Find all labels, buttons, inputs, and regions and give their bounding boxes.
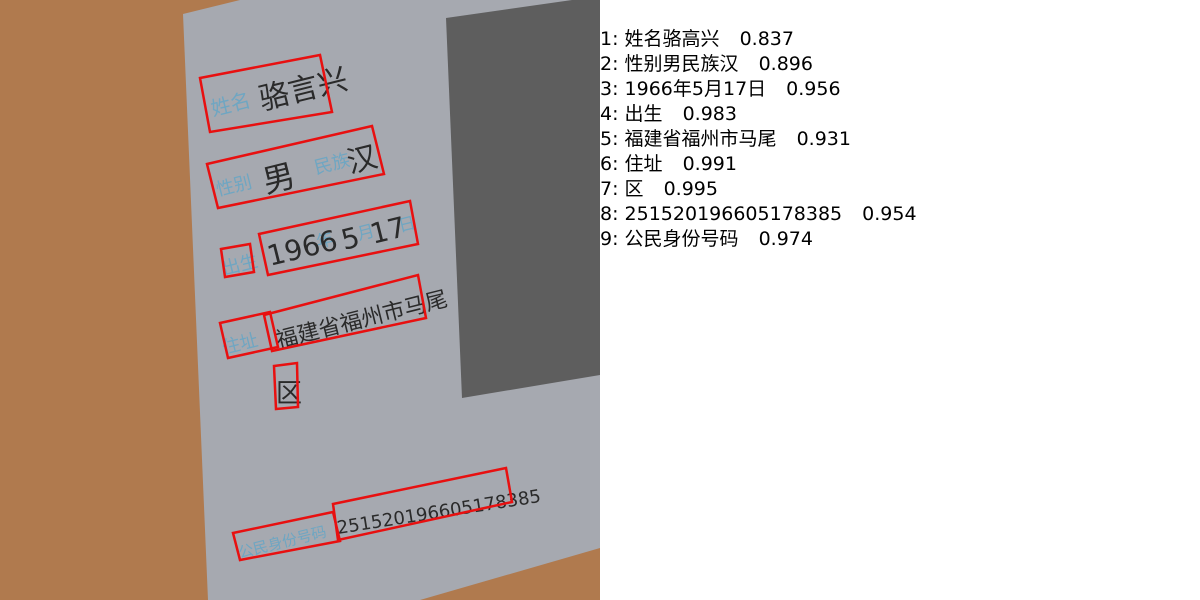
result-text: 区: [624, 178, 644, 200]
result-score: 0.837: [739, 28, 794, 50]
result-score: 0.954: [862, 203, 917, 225]
result-score: 0.983: [682, 103, 737, 125]
result-index: 3:: [600, 78, 619, 100]
result-text: 251520196605178385: [624, 203, 843, 225]
recognition-results-panel: 1: 姓名骆高兴 0.837 2: 性别男民族汉 0.896 3: 1966年5月1…: [600, 0, 1200, 600]
result-line: 3: 1966年5月17日 0.956: [600, 77, 841, 102]
result-text: 性别男民族汉: [624, 53, 739, 75]
result-index: 7:: [600, 178, 619, 200]
id-card-photo-panel: 姓名 性别 民族 出生 年 月 日 住址 公民身份号码 骆言兴 男 汉 1966…: [0, 0, 600, 600]
result-text: 姓名骆高兴: [624, 28, 720, 50]
result-score: 0.896: [758, 53, 813, 75]
result-text: 1966年5月17日: [624, 78, 767, 100]
id-card-image: 姓名 性别 民族 出生 年 月 日 住址 公民身份号码 骆言兴 男 汉 1966…: [0, 0, 600, 600]
result-text: 公民身份号码: [624, 228, 739, 250]
result-score: 0.995: [663, 178, 718, 200]
ocr-visualization: 姓名 性别 民族 出生 年 月 日 住址 公民身份号码 骆言兴 男 汉 1966…: [0, 0, 1200, 600]
result-score: 0.931: [796, 128, 851, 150]
result-line: 7: 区 0.995: [600, 177, 718, 202]
result-score: 0.991: [682, 153, 737, 175]
result-index: 6:: [600, 153, 619, 175]
result-index: 9:: [600, 228, 619, 250]
result-text: 福建省福州市马尾: [624, 128, 777, 150]
result-text: 住址: [624, 153, 663, 175]
result-text: 出生: [624, 103, 663, 125]
portrait-area: [446, 0, 600, 398]
result-score: 0.956: [786, 78, 841, 100]
result-index: 4:: [600, 103, 619, 125]
result-line: 5: 福建省福州市马尾 0.931: [600, 127, 851, 152]
result-line: 2: 性别男民族汉 0.896: [600, 52, 813, 77]
result-line: 8: 251520196605178385 0.954: [600, 202, 917, 227]
result-line: 1: 姓名骆高兴 0.837: [600, 27, 794, 52]
result-index: 2:: [600, 53, 619, 75]
result-line: 4: 出生 0.983: [600, 102, 737, 127]
result-line: 6: 住址 0.991: [600, 152, 737, 177]
result-line: 9: 公民身份号码 0.974: [600, 227, 813, 252]
result-score: 0.974: [758, 228, 813, 250]
result-index: 8:: [600, 203, 619, 225]
result-index: 5:: [600, 128, 619, 150]
result-index: 1:: [600, 28, 619, 50]
